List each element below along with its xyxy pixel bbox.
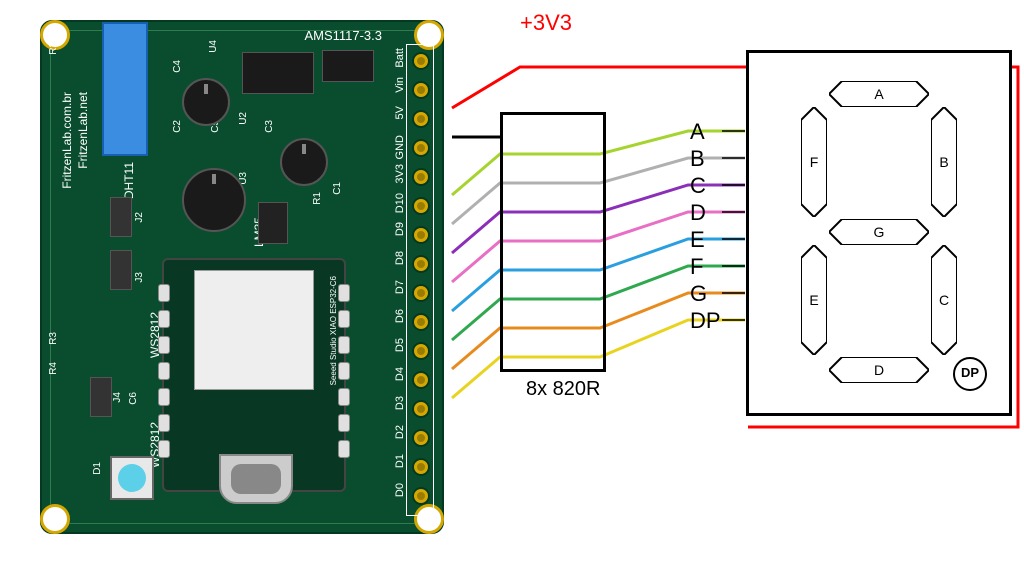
capacitor [182, 168, 246, 232]
label-g: G [690, 280, 721, 307]
jumper-j3 [110, 250, 132, 290]
dht11-sensor [102, 22, 148, 156]
header-pin-5v [412, 110, 430, 128]
header-pin-d0 [412, 487, 430, 505]
silk-c3: C3 [264, 120, 275, 133]
header-pin-d6 [412, 313, 430, 331]
pin-label-d6: D6 [394, 309, 406, 323]
header-pin-d1 [412, 458, 430, 476]
jumper-j4 [90, 377, 112, 417]
header-pin-d2 [412, 429, 430, 447]
header-pin-d4 [412, 371, 430, 389]
silk-url2: FritzenLab.com.br [60, 92, 74, 189]
silk-u4: U4 [208, 40, 219, 53]
pin-label-d10: D10 [394, 193, 406, 213]
silk-c6: C6 [128, 392, 139, 405]
rf-shield [194, 270, 314, 390]
label-b: B [690, 145, 721, 172]
pin-label-d5: D5 [394, 338, 406, 352]
segment-f: F [801, 107, 827, 217]
silk-j4: J4 [112, 392, 123, 403]
segment-c: C [931, 245, 957, 355]
header-pin-d5 [412, 342, 430, 360]
smd-component [322, 50, 374, 82]
label-e: E [690, 226, 721, 253]
pin-label-5v: 5V [394, 106, 406, 119]
pin-label-gnd: GND [394, 135, 406, 159]
pcb-board: FritzenLab.net FritzenLab.com.br DHT11 L… [40, 20, 444, 534]
silk-r4: R4 [48, 362, 59, 375]
voltage-regulator [242, 52, 314, 94]
pin-label-d7: D7 [394, 280, 406, 294]
header-pin-batt [412, 52, 430, 70]
header-pin-3v3 [412, 168, 430, 186]
header-pin-d3 [412, 400, 430, 418]
pin-label-d1: D1 [394, 454, 406, 468]
label-dp: DP [690, 307, 721, 334]
lm35-chip [258, 202, 288, 244]
silk-ams: AMS1117-3.3 [304, 28, 382, 43]
silk-xiao: Seeed Studio XIAO ESP32-C6 [329, 276, 338, 385]
ws2812-led [110, 456, 154, 500]
resistor-label: 8x 820R [526, 378, 601, 401]
label-d: D [690, 199, 721, 226]
pin-label-batt: Batt [394, 48, 406, 68]
segment-a: A [829, 81, 929, 107]
pin-label-d3: D3 [394, 396, 406, 410]
label-c: C [690, 172, 721, 199]
silk-j2: J2 [134, 212, 145, 223]
usb-c-port [219, 454, 293, 504]
pin-label-d0: D0 [394, 483, 406, 497]
seven-segment-display: A G D F B E C DP [746, 50, 1012, 416]
pin-label-vin: Vin [394, 77, 406, 93]
silk-c1: C1 [332, 182, 343, 195]
header-pin-d8 [412, 255, 430, 273]
label-f: F [690, 253, 721, 280]
resistor-array [500, 112, 606, 372]
header-pin-d10 [412, 197, 430, 215]
pin-label-d4: D4 [394, 367, 406, 381]
header-pin-d7 [412, 284, 430, 302]
segment-g: G [829, 219, 929, 245]
header-pin-d9 [412, 226, 430, 244]
label-a: A [690, 118, 721, 145]
header-pin-vin [412, 81, 430, 99]
header-pin-gnd [412, 139, 430, 157]
segment-b: B [931, 107, 957, 217]
silk-r2: R2 [48, 42, 59, 55]
silk-u2: U2 [238, 112, 249, 125]
capacitor [182, 78, 230, 126]
capacitor [280, 138, 328, 186]
jumper-j2 [110, 197, 132, 237]
pin-label-d9: D9 [394, 222, 406, 236]
silk-c2: C2 [172, 120, 183, 133]
segment-e: E [801, 245, 827, 355]
silk-url1: FritzenLab.net [76, 92, 90, 169]
pin-label-3v3: 3V3 [394, 164, 406, 184]
segment-d: D [829, 357, 929, 383]
silk-c4: C4 [172, 60, 183, 73]
silk-r3: R3 [48, 332, 59, 345]
segment-dp: DP [953, 357, 987, 391]
pin-label-d8: D8 [394, 251, 406, 265]
pin-label-d2: D2 [394, 425, 406, 439]
silk-r1: R1 [312, 192, 323, 205]
power-label: +3V3 [520, 10, 572, 36]
silk-dht11: DHT11 [122, 162, 136, 199]
silk-j3: J3 [134, 272, 145, 283]
xiao-module: Seeed Studio XIAO ESP32-C6 [162, 258, 346, 492]
segment-pin-labels: A B C D E F G DP [690, 118, 721, 334]
silk-d1: D1 [92, 462, 103, 475]
